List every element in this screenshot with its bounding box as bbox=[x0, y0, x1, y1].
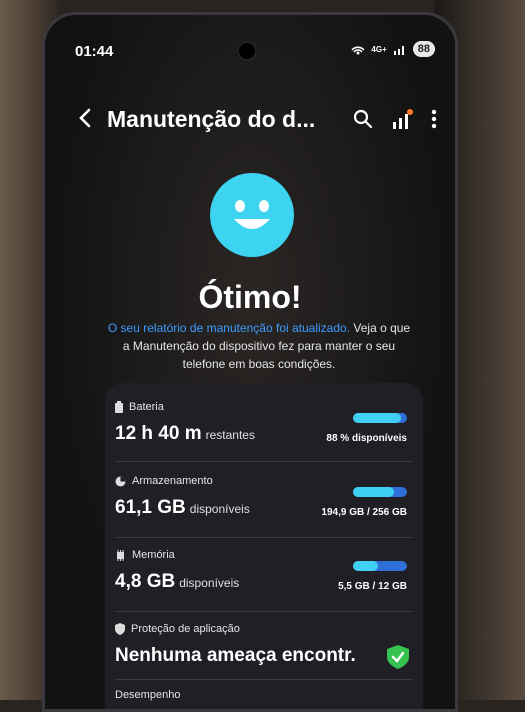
protection-item[interactable]: Proteção de aplicação Nenhuma ameaça enc… bbox=[115, 623, 413, 680]
phone-frame: 01:44 4G+ 88 Manutenção do d... Ótimo! O… bbox=[42, 12, 458, 712]
status-time: 01:44 bbox=[75, 43, 114, 60]
status-icons: 4G+ 88 bbox=[351, 41, 435, 57]
storage-bar bbox=[353, 487, 407, 497]
protection-label: Proteção de aplicação bbox=[115, 623, 240, 635]
storage-value: 61,1 GB disponíveis bbox=[115, 497, 250, 518]
battery-indicator: 88 bbox=[412, 41, 435, 57]
shield-small-icon bbox=[115, 623, 125, 635]
battery-label: Bateria bbox=[115, 401, 164, 413]
page-title: Manutenção do d... bbox=[107, 105, 316, 132]
battery-item[interactable]: Bateria 12 h 40 m restantes 88 % disponív… bbox=[115, 401, 413, 462]
result-heading: Ótimo! bbox=[198, 279, 302, 315]
memory-chip-icon bbox=[117, 549, 124, 561]
memory-item[interactable]: Memória 4,8 GB disponíveis 5,5 GB / 12 GB bbox=[115, 549, 413, 612]
network-type: 4G+ bbox=[371, 44, 387, 54]
chevron-left-icon bbox=[79, 108, 91, 127]
memory-label: Memória bbox=[115, 549, 175, 561]
app-bar-actions bbox=[353, 108, 437, 130]
battery-detail: 88 % disponíveis bbox=[326, 433, 407, 444]
search-icon[interactable] bbox=[353, 109, 373, 129]
status-bar: 01:44 4G+ 88 bbox=[75, 41, 435, 63]
storage-item[interactable]: Armazenamento 61,1 GB disponíveis 194,9 G… bbox=[115, 475, 413, 538]
hotspot-icon bbox=[351, 46, 366, 55]
performance-item[interactable]: Desempenho bbox=[115, 689, 413, 709]
performance-label: Desempenho bbox=[115, 689, 181, 701]
report-link[interactable]: O seu relatório de manutenção foi atuali… bbox=[108, 321, 350, 335]
performance-icon[interactable] bbox=[391, 108, 413, 130]
memory-detail: 5,5 GB / 12 GB bbox=[338, 581, 407, 592]
memory-value: 4,8 GB disponíveis bbox=[115, 571, 240, 592]
screen: 01:44 4G+ 88 Manutenção do d... Ótimo! O… bbox=[45, 15, 455, 709]
storage-detail: 194,9 GB / 256 GB bbox=[321, 507, 407, 518]
protection-value: Nenhuma ameaça encontr. bbox=[115, 645, 356, 666]
memory-bar bbox=[353, 561, 407, 571]
battery-bar bbox=[353, 413, 407, 423]
storage-icon bbox=[115, 476, 126, 486]
more-options-icon[interactable] bbox=[431, 109, 437, 129]
shield-check-icon bbox=[387, 645, 409, 669]
smiley-face-icon bbox=[210, 173, 294, 257]
app-bar: Manutenção do d... bbox=[77, 101, 437, 137]
storage-label: Armazenamento bbox=[115, 475, 213, 487]
back-button[interactable] bbox=[77, 104, 107, 135]
battery-icon bbox=[115, 401, 123, 413]
report-description: O seu relatório de manutenção foi atuali… bbox=[107, 319, 411, 373]
status-panel: Bateria 12 h 40 m restantes 88 % disponív… bbox=[105, 383, 423, 709]
battery-value: 12 h 40 m restantes bbox=[115, 423, 255, 444]
signal-icon bbox=[393, 46, 404, 55]
